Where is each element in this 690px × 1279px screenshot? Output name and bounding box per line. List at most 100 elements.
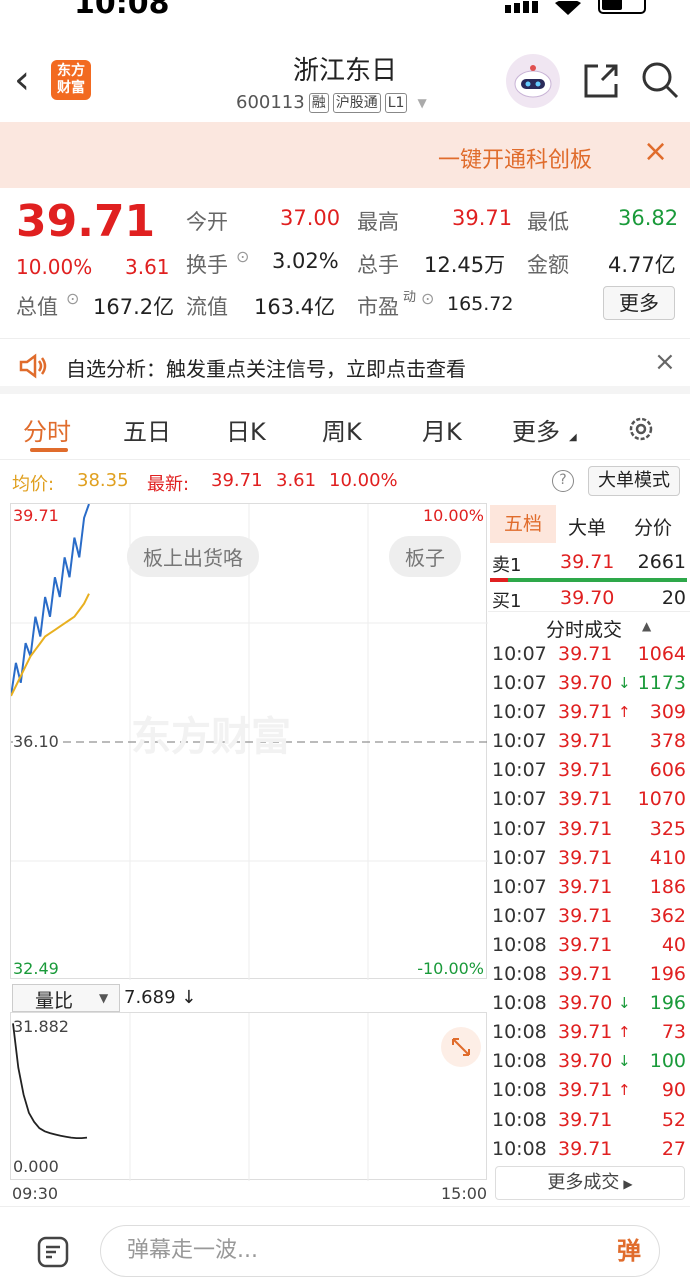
gear-icon[interactable] <box>626 414 656 444</box>
trade-volume: 1173 <box>637 672 686 695</box>
volume-value: 12.45万 <box>424 253 506 277</box>
volume-selector[interactable]: 量比 ▼ <box>12 984 120 1012</box>
tab-five-levels[interactable]: 五档 <box>490 505 556 543</box>
trade-volume: 606 <box>649 759 686 782</box>
trade-price: 39.71 <box>558 904 613 927</box>
robot-avatar-icon[interactable] <box>506 54 560 108</box>
float-value: 163.4亿 <box>254 295 336 319</box>
promo-banner[interactable]: 一键开通科创板 × <box>0 122 690 188</box>
trade-volume: 40 <box>661 933 686 956</box>
latest-pct: 10.00% <box>329 470 398 491</box>
change-abs: 3.61 <box>125 255 170 279</box>
info-icon[interactable]: ⊙ <box>421 289 434 308</box>
trade-row: 10:07 39.71 378 <box>492 727 686 756</box>
tab-more[interactable]: 更多 <box>512 412 560 447</box>
tab-5day[interactable]: 五日 <box>123 412 171 447</box>
trade-volume: 325 <box>649 817 686 840</box>
high-value: 39.71 <box>452 206 513 230</box>
buy1-label: 买1 <box>492 591 522 612</box>
trade-time: 10:07 <box>492 817 547 840</box>
trade-time: 10:08 <box>492 1050 547 1073</box>
period-tabs: 分时 五日 日K 周K 月K 更多 ◢ <box>0 404 690 460</box>
trade-row: 10:08 39.71 196 <box>492 960 686 989</box>
trade-row: 10:07 39.71 1070 <box>492 785 686 814</box>
trade-time: 10:07 <box>492 904 547 927</box>
comment-pill[interactable]: 板上出货咯 <box>127 536 259 577</box>
signal-icon <box>505 0 541 14</box>
trade-direction <box>618 931 636 960</box>
trade-price: 39.71 <box>558 817 613 840</box>
share-icon[interactable] <box>582 62 620 100</box>
trade-row: 10:08 39.71 27 <box>492 1135 686 1164</box>
volume-ratio-line <box>12 1023 88 1139</box>
close-icon[interactable]: × <box>654 347 676 377</box>
expand-icon[interactable] <box>441 1027 481 1067</box>
vol-bottom-label: 0.000 <box>13 1157 59 1176</box>
pe-label: 市盈 <box>357 295 399 319</box>
sort-icon[interactable]: ▲ <box>642 619 651 633</box>
x-end-label: 15:00 <box>441 1184 488 1203</box>
signal-alert[interactable]: 自选分析：触发重点关注信号，立即点击查看 × <box>0 338 690 394</box>
tab-daily[interactable]: 日K <box>226 412 266 447</box>
big-order-mode-button[interactable]: 大单模式 <box>588 466 680 496</box>
comment-pill[interactable]: 板子 <box>389 536 461 577</box>
trade-volume: 1070 <box>637 788 686 811</box>
tab-intraday[interactable]: 分时 <box>23 412 71 447</box>
y-bottom-label: 32.49 <box>13 959 59 978</box>
more-button[interactable]: 更多 <box>603 286 675 320</box>
menu-icon[interactable] <box>36 1235 70 1269</box>
tab-weekly[interactable]: 周K <box>322 412 362 447</box>
danmu-toggle[interactable]: 弹 <box>600 1229 658 1273</box>
tab-price-dist[interactable]: 分价 <box>634 513 672 540</box>
change-pct: 10.00% <box>16 255 93 279</box>
chevron-down-icon: ▼ <box>99 991 109 1005</box>
trade-price: 39.70 <box>558 672 613 695</box>
trades-title[interactable]: 分时成交 <box>546 615 622 642</box>
avg-label: 均价: <box>12 474 55 495</box>
high-label: 最高 <box>357 210 399 234</box>
trade-row: 10:07 39.71 362 <box>492 902 686 931</box>
amount-label: 金额 <box>527 253 569 277</box>
trade-time: 10:07 <box>492 759 547 782</box>
trade-price: 39.71 <box>558 846 613 869</box>
intraday-chart[interactable]: 东方财富 39.71 10.00% 36.10 32.49 -10.00% 板上… <box>10 503 488 980</box>
price-line <box>11 504 90 697</box>
stock-code: 600113 <box>236 92 305 113</box>
pe-value: 165.72 <box>447 293 514 315</box>
trade-row: 10:07 39.70 ↓ 1173 <box>492 669 686 698</box>
more-trades-button[interactable]: 更多成交 ▶ <box>495 1166 685 1200</box>
trade-price: 39.71 <box>558 730 613 753</box>
trade-time: 10:08 <box>492 1079 547 1102</box>
tab-big-orders[interactable]: 大单 <box>568 513 606 540</box>
trade-price: 39.71 <box>558 933 613 956</box>
trade-volume: 378 <box>649 730 686 753</box>
trade-direction <box>618 756 636 785</box>
trade-direction <box>618 902 636 931</box>
trade-price: 39.71 <box>558 759 613 782</box>
avg-value: 38.35 <box>77 470 129 491</box>
trade-time: 10:07 <box>492 672 547 695</box>
trade-price: 39.71 <box>558 701 613 724</box>
stock-meta[interactable]: 600113 融 沪股通 L1 ▼ <box>236 92 427 113</box>
vol-top-label: 31.882 <box>13 1017 69 1036</box>
trade-volume: 1064 <box>637 643 686 665</box>
stock-header: ‹ 东方财富 浙江东日 600113 融 沪股通 L1 ▼ <box>0 40 690 120</box>
trade-row: 10:07 39.71 ↑ 309 <box>492 698 686 727</box>
pe-sup: 动 <box>403 290 417 305</box>
volume-ratio-chart[interactable]: 31.882 0.000 <box>10 1012 487 1181</box>
search-icon[interactable] <box>640 60 680 100</box>
trade-row: 10:07 39.71 186 <box>492 873 686 902</box>
info-icon[interactable]: ⊙ <box>236 247 249 266</box>
help-icon[interactable]: ? <box>552 470 574 492</box>
danmu-input[interactable]: 弹幕走一波... <box>100 1225 660 1277</box>
volume-ratio-value: 7.689 ↓ <box>124 987 197 1008</box>
tag-margin: 融 <box>308 92 329 113</box>
sell1-label: 卖1 <box>492 555 522 576</box>
close-icon[interactable]: × <box>643 134 668 169</box>
tab-monthly[interactable]: 月K <box>422 412 462 447</box>
info-icon[interactable]: ⊙ <box>66 289 79 308</box>
trade-direction: ↑ <box>618 1081 631 1100</box>
trade-row: 10:07 39.71 325 <box>492 815 686 844</box>
trade-price: 39.71 <box>558 788 613 811</box>
wifi-icon <box>553 0 583 15</box>
